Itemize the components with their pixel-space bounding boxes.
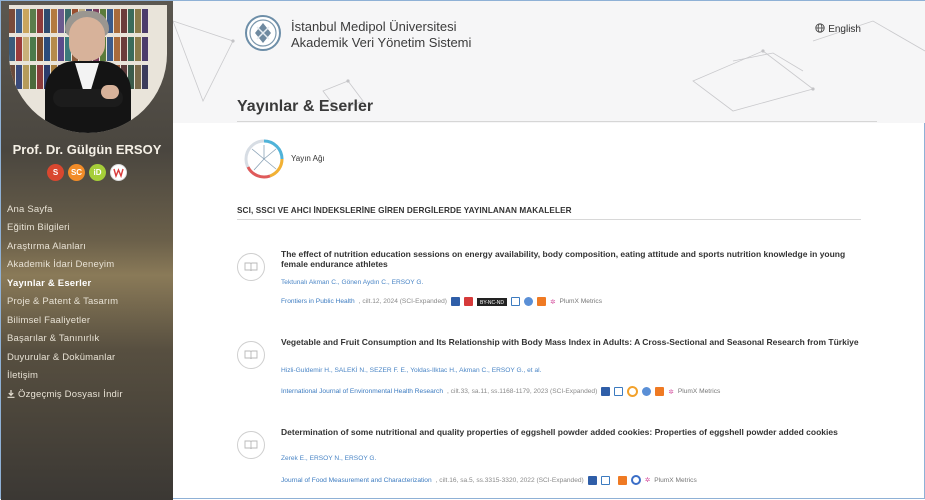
publication-meta: Frontiers in Public Health , cilt.12, 20… bbox=[281, 297, 602, 306]
plumx-metrics-link[interactable]: PlumX Metrics bbox=[678, 388, 721, 395]
wos-logo bbox=[113, 168, 124, 178]
journal-link[interactable]: International Journal of Environmental H… bbox=[281, 388, 443, 395]
sidebar-item-label: Akademik İdari Deneyim bbox=[7, 259, 115, 271]
publication-authors[interactable]: Hizli-Guldemir H., SALEKİ N., SEZER F. E… bbox=[281, 367, 541, 374]
sidebar-item-label: Bilimsel Faaliyetler bbox=[7, 314, 91, 326]
badge-label: S bbox=[52, 168, 59, 177]
section-title: SCI, SSCI VE AHCI İNDEKSLERİNE GİREN DER… bbox=[237, 206, 572, 215]
bookmark-icon[interactable] bbox=[601, 387, 611, 396]
sidebar-item-label: Ana Sayfa bbox=[7, 203, 53, 215]
section-divider bbox=[237, 219, 861, 220]
publication-authors[interactable]: Tektunalı Akman C., Gönen Aydın C., ERSO… bbox=[281, 279, 423, 286]
sidebar-item-basarilar[interactable]: Başarılar & Tanınırlık bbox=[1, 330, 173, 349]
sidebar-item-label: İletişim bbox=[7, 370, 39, 382]
university-name: İstanbul Medipol Üniversitesi bbox=[291, 19, 457, 34]
publication-details: , cilt.12, 2024 (SCI-Expanded) bbox=[358, 298, 448, 305]
sidebar-item-label: Duyurular & Dokümanlar bbox=[7, 351, 116, 363]
sidebar-item-label: Yayınlar & Eserler bbox=[7, 277, 92, 289]
sidebar-item-ana-sayfa[interactable]: Ana Sayfa bbox=[1, 200, 173, 219]
system-name: Akademik Veri Yönetim Sistemi bbox=[291, 35, 472, 50]
publication-title[interactable]: The effect of nutrition education sessio… bbox=[281, 249, 861, 269]
page-title: Yayınlar & Eserler bbox=[237, 98, 374, 115]
web-of-science-icon[interactable] bbox=[110, 164, 127, 181]
scopus-icon[interactable] bbox=[537, 297, 546, 306]
publication-title[interactable]: Determination of some nutritional and qu… bbox=[281, 427, 861, 437]
altmetric-icon[interactable] bbox=[627, 386, 639, 397]
publication-details: , cilt.33, sa.11, ss.1168-1179, 2023 (SC… bbox=[447, 388, 598, 395]
header-divider bbox=[237, 121, 877, 122]
journal-link[interactable]: Frontiers in Public Health bbox=[281, 298, 355, 305]
unpaywall-icon[interactable] bbox=[642, 387, 652, 396]
medipol-logo-icon bbox=[249, 19, 277, 47]
sidebar-item-egitim[interactable]: Eğitim Bilgileri bbox=[1, 219, 173, 238]
language-label: English bbox=[828, 24, 861, 35]
sidebar-nav: Ana Sayfa Eğitim Bilgileri Araştırma Ala… bbox=[1, 200, 173, 404]
bookmark-icon[interactable] bbox=[587, 475, 597, 485]
unpaywall-icon[interactable] bbox=[524, 297, 533, 306]
sidebar-item-label: Eğitim Bilgileri bbox=[7, 222, 70, 234]
journal-link[interactable]: Journal of Food Measurement and Characte… bbox=[281, 477, 432, 484]
external-link-icon[interactable] bbox=[600, 475, 610, 485]
plumx-icon: ✲ bbox=[550, 298, 556, 306]
publication-authors[interactable]: Zerek E., ERSOY N., ERSOY G. bbox=[281, 455, 376, 462]
bookmark-icon[interactable] bbox=[451, 297, 461, 306]
sidebar-item-iletisim[interactable]: İletişim bbox=[1, 367, 173, 386]
page-frame: Prof. Dr. Gülgün ERSOY S SC iD Ana Sayfa… bbox=[0, 0, 925, 500]
publication-meta: Journal of Food Measurement and Characte… bbox=[281, 475, 697, 485]
sidebar-item-label: Araştırma Alanları bbox=[7, 240, 87, 252]
publication-network-icon[interactable] bbox=[242, 137, 286, 181]
book-icon bbox=[237, 431, 265, 459]
book-icon bbox=[237, 341, 265, 369]
plumx-metrics-link[interactable]: PlumX Metrics bbox=[560, 298, 603, 305]
university-logo[interactable] bbox=[245, 15, 281, 51]
sidebar-item-duyurular[interactable]: Duyurular & Dokümanlar bbox=[1, 348, 173, 367]
pdf-icon[interactable] bbox=[464, 297, 474, 306]
orcid-icon[interactable]: iD bbox=[89, 164, 106, 181]
globe-icon bbox=[815, 23, 826, 33]
cc-license-badge[interactable]: BY-NC-ND bbox=[477, 297, 507, 306]
sidebar-item-ozgecmis[interactable]: Özgeçmiş Dosyası İndir bbox=[1, 385, 173, 404]
university-title: İstanbul Medipol Üniversitesi Akademik V… bbox=[291, 19, 471, 51]
scopus-icon[interactable] bbox=[617, 475, 627, 485]
sidebar-item-label: Başarılar & Tanınırlık bbox=[7, 333, 100, 345]
sidebar-item-proje[interactable]: Proje & Patent & Tasarım bbox=[1, 293, 173, 312]
dimensions-icon[interactable] bbox=[630, 475, 641, 485]
publication-details: , cilt.16, sa.5, ss.3315-3320, 2022 (SCI… bbox=[435, 476, 584, 484]
external-link-icon[interactable] bbox=[614, 387, 624, 396]
profile-name: Prof. Dr. Gülgün ERSOY bbox=[12, 142, 162, 157]
publication-title[interactable]: Vegetable and Fruit Consumption and Its … bbox=[281, 337, 861, 347]
sidebar-item-yayinlar[interactable]: Yayınlar & Eserler bbox=[1, 274, 173, 293]
sidebar-item-label: Proje & Patent & Tasarım bbox=[7, 296, 119, 308]
download-icon bbox=[7, 390, 15, 399]
external-link-icon[interactable] bbox=[511, 297, 520, 306]
plumx-icon: ✲ bbox=[644, 477, 651, 484]
sidebar-item-label: Özgeçmiş Dosyası İndir bbox=[18, 388, 123, 400]
plumx-icon: ✲ bbox=[668, 388, 674, 396]
scopus-icon[interactable]: SC bbox=[68, 164, 85, 181]
plumx-metrics-link[interactable]: PlumX Metrics bbox=[654, 477, 697, 484]
badge-label: iD bbox=[93, 168, 102, 177]
profile-badges: S SC iD bbox=[1, 164, 173, 181]
sidebar-item-arastirma[interactable]: Araştırma Alanları bbox=[1, 237, 173, 256]
publication-meta: International Journal of Environmental H… bbox=[281, 386, 720, 397]
badge-label: SC bbox=[70, 168, 83, 177]
header: İstanbul Medipol Üniversitesi Akademik V… bbox=[173, 1, 925, 123]
scopus-icon[interactable] bbox=[655, 387, 665, 396]
semantic-scholar-icon[interactable]: S bbox=[47, 164, 64, 181]
sidebar-item-bilimsel[interactable]: Bilimsel Faaliyetler bbox=[1, 311, 173, 330]
book-icon bbox=[237, 253, 265, 281]
language-switch[interactable]: English bbox=[815, 23, 861, 35]
sidebar-item-akademik-idari[interactable]: Akademik İdari Deneyim bbox=[1, 256, 173, 275]
publication-network-link[interactable]: Yayın Ağı bbox=[291, 154, 325, 163]
main-content: Yayın Ağı SCI, SSCI VE AHCI İNDEKSLERİNE… bbox=[173, 123, 925, 499]
sidebar: Prof. Dr. Gülgün ERSOY S SC iD Ana Sayfa… bbox=[1, 1, 173, 500]
